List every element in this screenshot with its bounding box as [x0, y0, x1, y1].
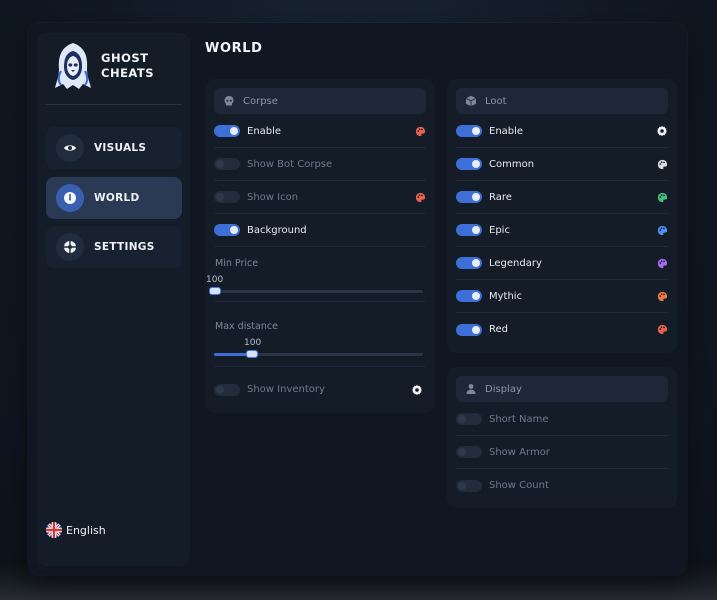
display-panel: Display Short Name Show Armor Show Count	[447, 367, 677, 508]
corpse-panel-header: Corpse	[214, 88, 426, 114]
gear-icon[interactable]	[656, 125, 668, 137]
nav-label-world: WORLD	[94, 192, 140, 204]
corpse-show-icon-label: Show Icon	[247, 191, 299, 203]
uk-flag-icon	[46, 522, 62, 538]
compass-icon	[56, 184, 84, 212]
display-header-label: Display	[485, 383, 522, 395]
loot-panel-header: Loot	[456, 88, 668, 114]
brand-name: GHOST CHEATS	[101, 51, 154, 81]
loot-row-epic: Epic	[456, 214, 668, 247]
corpse-background-toggle[interactable]	[214, 224, 240, 236]
corpse-row-show-bot-corpse: Show Bot Corpse	[214, 148, 426, 181]
display-row-show-count: Show Count	[456, 469, 668, 502]
nav-label-settings: SETTINGS	[94, 241, 155, 253]
loot-mythic-label: Mythic	[489, 290, 523, 302]
corpse-header-label: Corpse	[243, 95, 278, 107]
loot-rare-label: Rare	[489, 191, 512, 203]
corpse-show-bot-corpse-toggle[interactable]	[214, 158, 240, 170]
palette-icon[interactable]	[656, 290, 668, 302]
max-distance-thumb[interactable]	[246, 350, 258, 358]
short-name-label: Short Name	[489, 413, 549, 425]
eye-icon	[56, 134, 84, 162]
loot-epic-toggle[interactable]	[456, 224, 482, 236]
loot-header-label: Loot	[485, 95, 507, 107]
max-distance-value: 100	[244, 338, 262, 348]
palette-icon[interactable]	[656, 257, 668, 269]
palette-icon[interactable]	[656, 324, 668, 336]
loot-red-toggle[interactable]	[456, 323, 482, 336]
show-armor-label: Show Armor	[489, 446, 550, 458]
nav-item-world[interactable]: WORLD	[46, 177, 182, 219]
corpse-background-label: Background	[247, 224, 307, 236]
show-inventory-label: Show Inventory	[247, 384, 325, 395]
corpse-enable-label: Enable	[247, 125, 282, 137]
palette-icon[interactable]	[414, 191, 426, 203]
corpse-row-enable: Enable	[214, 115, 426, 148]
ghost-logo-icon	[55, 43, 91, 89]
loot-row-rare: Rare	[456, 181, 668, 214]
corpse-row-background: Background	[214, 214, 426, 247]
loot-row-legendary: Legendary	[456, 247, 668, 280]
loot-panel: Loot Enable Common Rare Epic Legendary M…	[447, 79, 677, 353]
corpse-row-show-inventory: Show Inventory	[214, 373, 426, 406]
page-title: WORLD	[205, 41, 263, 56]
corpse-show-bot-corpse-label: Show Bot Corpse	[247, 158, 333, 170]
sidebar: GHOST CHEATS VISUALS WORLD SETTINGS Engl…	[37, 33, 190, 566]
loot-enable-label: Enable	[489, 125, 524, 137]
loot-legendary-label: Legendary	[489, 257, 542, 269]
loot-red-label: Red	[489, 324, 508, 335]
brand: GHOST CHEATS	[53, 41, 154, 91]
loot-rare-toggle[interactable]	[456, 191, 482, 203]
show-count-label: Show Count	[489, 480, 549, 491]
palette-icon[interactable]	[656, 191, 668, 203]
palette-icon[interactable]	[656, 224, 668, 236]
loot-row-common: Common	[456, 148, 668, 181]
corpse-panel: Corpse Enable Show Bot Corpse Show Icon …	[205, 79, 435, 413]
loot-common-label: Common	[489, 158, 535, 170]
show-armor-toggle[interactable]	[456, 446, 482, 458]
max-distance-label: Max distance	[215, 321, 278, 332]
skull-icon	[224, 96, 234, 106]
loot-row-red: Red	[456, 313, 668, 346]
brand-line-1: GHOST	[101, 51, 149, 65]
display-row-show-armor: Show Armor	[456, 436, 668, 469]
corpse-row-show-icon: Show Icon	[214, 181, 426, 214]
show-inventory-toggle[interactable]	[214, 383, 240, 396]
loot-row-enable: Enable	[456, 115, 668, 148]
loot-enable-toggle[interactable]	[456, 125, 482, 137]
max-distance-slider-block: Max distance 100	[214, 310, 426, 367]
brand-line-2: CHEATS	[101, 66, 155, 80]
person-icon	[466, 384, 476, 394]
language-selector[interactable]: English	[46, 522, 106, 538]
corpse-show-icon-toggle[interactable]	[214, 191, 240, 203]
min-price-thumb[interactable]	[209, 287, 221, 295]
min-price-slider-block: Min Price 100	[206, 247, 426, 302]
language-label: English	[66, 523, 106, 537]
min-price-label: Min Price	[215, 258, 259, 269]
loot-row-mythic: Mythic	[456, 280, 668, 313]
brand-divider	[45, 104, 182, 105]
loot-legendary-toggle[interactable]	[456, 257, 482, 269]
show-count-toggle[interactable]	[456, 479, 482, 492]
palette-icon[interactable]	[656, 158, 668, 170]
min-price-value: 100	[206, 275, 224, 285]
short-name-toggle[interactable]	[456, 413, 482, 425]
loot-common-toggle[interactable]	[456, 158, 482, 170]
nav-label-visuals: VISUALS	[94, 142, 147, 154]
display-panel-header: Display	[456, 376, 668, 402]
palette-icon[interactable]	[414, 125, 426, 137]
cube-icon	[465, 95, 477, 107]
gear-icon[interactable]	[411, 384, 423, 396]
nav-item-visuals[interactable]: VISUALS	[46, 127, 182, 169]
min-price-track[interactable]	[214, 290, 423, 293]
crosshair-icon	[56, 233, 84, 261]
nav-item-settings[interactable]: SETTINGS	[46, 226, 182, 268]
loot-epic-label: Epic	[489, 224, 510, 236]
display-row-short-name: Short Name	[456, 403, 668, 436]
corpse-enable-toggle[interactable]	[214, 125, 240, 137]
loot-mythic-toggle[interactable]	[456, 290, 482, 302]
